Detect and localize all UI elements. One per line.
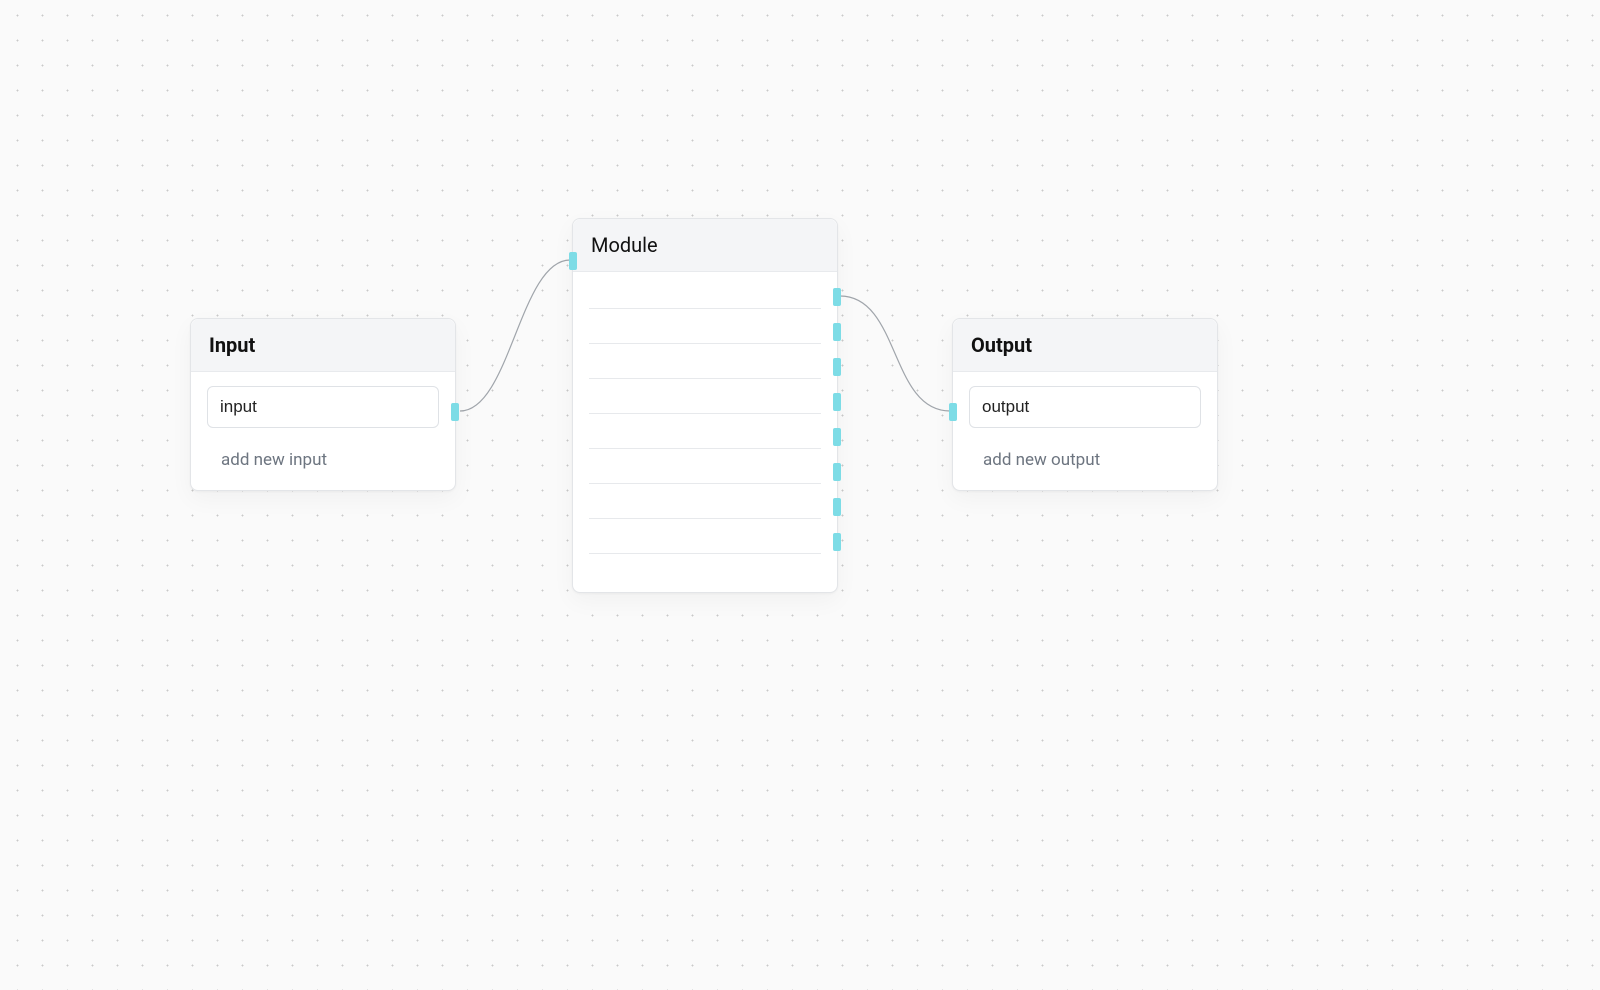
add-new-output-button[interactable]: add new output (983, 450, 1100, 470)
module-node-body (573, 272, 837, 592)
module-node-output-port[interactable] (833, 323, 841, 341)
input-node[interactable]: Input add new input (190, 318, 456, 491)
module-node-output-port[interactable] (833, 358, 841, 376)
input-node-output-port[interactable] (451, 403, 459, 421)
output-node-body: add new output (953, 372, 1217, 490)
module-node-output-port[interactable] (833, 463, 841, 481)
module-node-output-port[interactable] (833, 533, 841, 551)
output-node[interactable]: Output add new output (952, 318, 1218, 491)
input-field[interactable] (207, 386, 439, 428)
edge-input-to-module (460, 260, 570, 411)
module-placeholder-line (589, 553, 821, 554)
input-node-body: add new input (191, 372, 455, 490)
output-node-title: Output (953, 319, 1217, 372)
module-placeholder-line (589, 483, 821, 484)
output-field[interactable] (969, 386, 1201, 428)
module-node-input-port[interactable] (569, 252, 577, 270)
module-placeholder-line (589, 308, 821, 309)
node-editor-canvas[interactable]: Input add new input Module Output add ne… (0, 0, 1600, 990)
module-placeholder-line (589, 518, 821, 519)
module-node-output-port[interactable] (833, 428, 841, 446)
module-placeholder-line (589, 413, 821, 414)
module-node-output-port[interactable] (833, 393, 841, 411)
add-new-input-button[interactable]: add new input (221, 450, 327, 470)
input-node-title: Input (191, 319, 455, 372)
module-node-output-port[interactable] (833, 498, 841, 516)
module-node[interactable]: Module (572, 218, 838, 593)
module-placeholder-line (589, 343, 821, 344)
edge-module-to-output (840, 296, 950, 411)
output-node-input-port[interactable] (949, 403, 957, 421)
module-placeholder-line (589, 378, 821, 379)
module-node-title: Module (573, 219, 837, 272)
module-node-output-port[interactable] (833, 288, 841, 306)
module-placeholder-line (589, 448, 821, 449)
